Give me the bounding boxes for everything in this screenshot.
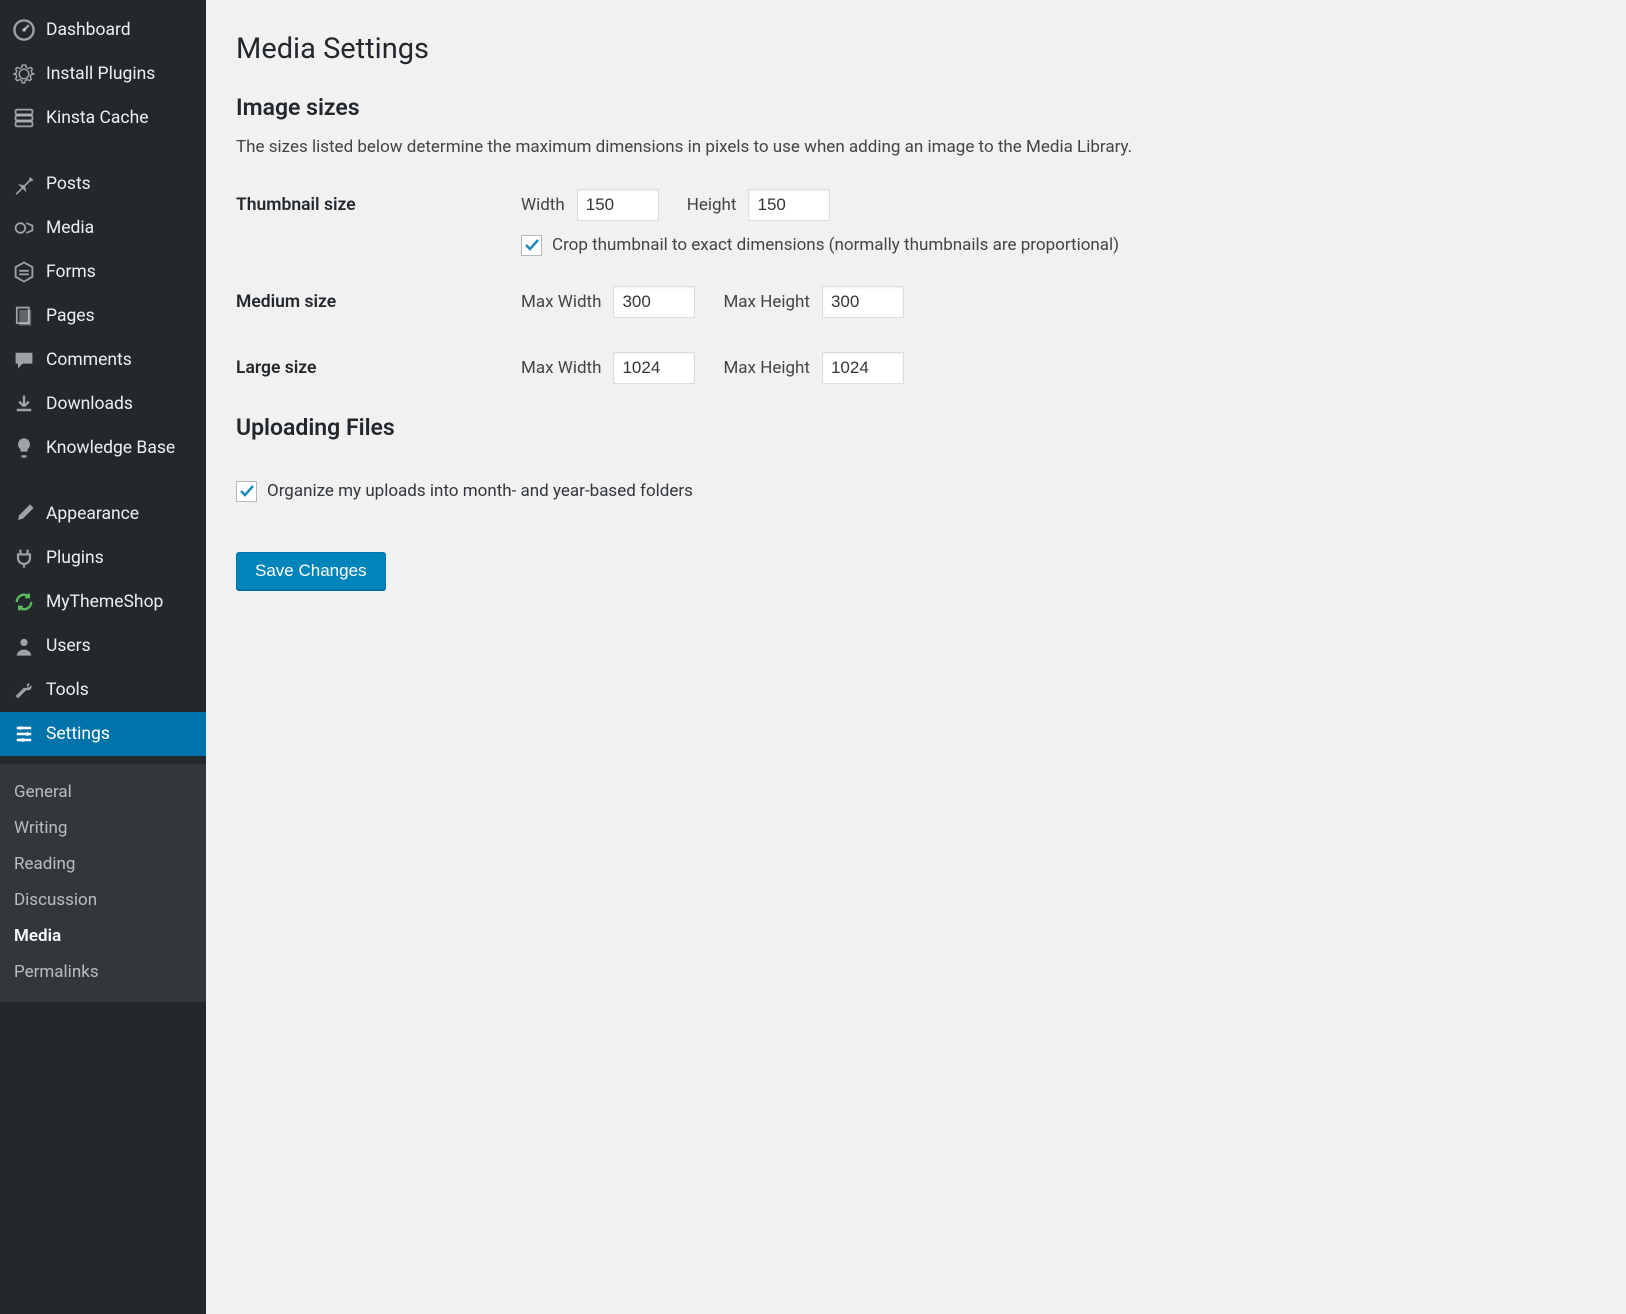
thumbnail-width-input[interactable] [577, 189, 659, 221]
large-size-row: Large size Max Width Max Height [236, 352, 1596, 384]
thumbnail-size-row: Thumbnail size Width Height Crop thumbna… [236, 189, 1596, 256]
organize-uploads-checkbox[interactable] [236, 481, 257, 502]
sidebar-label: MyThemeShop [46, 591, 163, 614]
dashboard-icon [12, 18, 36, 42]
crop-thumbnail-label: Crop thumbnail to exact dimensions (norm… [552, 235, 1119, 255]
sidebar-item-forms[interactable]: Forms [0, 250, 206, 294]
thumbnail-label: Thumbnail size [236, 189, 521, 215]
thumbnail-height-label: Height [687, 195, 737, 215]
medium-maxheight-label: Max Height [723, 292, 810, 312]
sliders-icon [12, 722, 36, 746]
forms-icon [12, 260, 36, 284]
large-maxheight-label: Max Height [723, 358, 810, 378]
sidebar-item-knowledge-base[interactable]: Knowledge Base [0, 426, 206, 470]
wrench-icon [12, 678, 36, 702]
plug-icon [12, 546, 36, 570]
sidebar-label: Users [46, 635, 91, 658]
thumbnail-height-input[interactable] [748, 189, 830, 221]
crop-thumbnail-checkbox[interactable] [521, 235, 542, 256]
page-title: Media Settings [236, 32, 1596, 66]
submenu-writing[interactable]: Writing [0, 810, 206, 846]
large-maxheight-input[interactable] [822, 352, 904, 384]
thumbnail-width-label: Width [521, 195, 565, 215]
sidebar-item-media[interactable]: Media [0, 206, 206, 250]
main-content: Media Settings Image sizes The sizes lis… [206, 0, 1626, 1314]
sidebar-item-appearance[interactable]: Appearance [0, 492, 206, 536]
organize-uploads-label: Organize my uploads into month- and year… [267, 481, 693, 501]
organize-uploads-row: Organize my uploads into month- and year… [236, 481, 1596, 502]
submenu-permalinks[interactable]: Permalinks [0, 954, 206, 990]
large-maxwidth-label: Max Width [521, 358, 601, 378]
sidebar-item-install-plugins[interactable]: Install Plugins [0, 52, 206, 96]
large-label: Large size [236, 352, 521, 378]
user-icon [12, 634, 36, 658]
large-maxwidth-input[interactable] [613, 352, 695, 384]
sidebar-label: Media [46, 217, 94, 240]
medium-label: Medium size [236, 286, 521, 312]
pages-icon [12, 304, 36, 328]
sidebar-item-plugins[interactable]: Plugins [0, 536, 206, 580]
sidebar-item-users[interactable]: Users [0, 624, 206, 668]
sidebar-item-downloads[interactable]: Downloads [0, 382, 206, 426]
sidebar-label: Settings [46, 723, 110, 746]
sidebar-item-kinsta-cache[interactable]: Kinsta Cache [0, 96, 206, 140]
submenu-discussion[interactable]: Discussion [0, 882, 206, 918]
sidebar-group-2: Posts Media Forms Pages Comments Downloa… [0, 154, 206, 478]
refresh-icon [12, 590, 36, 614]
sidebar-item-settings[interactable]: Settings [0, 712, 206, 756]
media-icon [12, 216, 36, 240]
sidebar-label: Kinsta Cache [46, 107, 149, 130]
sidebar-group-1: Dashboard Install Plugins Kinsta Cache [0, 0, 206, 148]
submenu-general[interactable]: General [0, 774, 206, 810]
sidebar-item-posts[interactable]: Posts [0, 162, 206, 206]
sidebar-label: Downloads [46, 393, 133, 416]
sidebar-label: Forms [46, 261, 96, 284]
sidebar-item-comments[interactable]: Comments [0, 338, 206, 382]
sidebar-label: Appearance [46, 503, 139, 526]
sidebar-group-3: Appearance Plugins MyThemeShop Users Too… [0, 484, 206, 764]
sidebar-label: Install Plugins [46, 63, 155, 86]
sidebar-item-mythemeshop[interactable]: MyThemeShop [0, 580, 206, 624]
sidebar-label: Plugins [46, 547, 104, 570]
admin-sidebar: Dashboard Install Plugins Kinsta Cache P… [0, 0, 206, 1314]
image-sizes-description: The sizes listed below determine the max… [236, 135, 1596, 161]
sidebar-label: Tools [46, 679, 89, 702]
submenu-media[interactable]: Media [0, 918, 206, 954]
gear-icon [12, 62, 36, 86]
save-changes-button[interactable]: Save Changes [236, 552, 386, 590]
sidebar-item-dashboard[interactable]: Dashboard [0, 8, 206, 52]
server-icon [12, 106, 36, 130]
sidebar-label: Dashboard [46, 19, 131, 42]
medium-maxheight-input[interactable] [822, 286, 904, 318]
sidebar-item-tools[interactable]: Tools [0, 668, 206, 712]
sidebar-label: Knowledge Base [46, 437, 175, 460]
image-sizes-heading: Image sizes [236, 94, 1596, 121]
sidebar-label: Posts [46, 173, 91, 196]
comment-icon [12, 348, 36, 372]
sidebar-label: Comments [46, 349, 132, 372]
sidebar-label: Pages [46, 305, 95, 328]
medium-maxwidth-input[interactable] [613, 286, 695, 318]
download-icon [12, 392, 36, 416]
settings-submenu: General Writing Reading Discussion Media… [0, 764, 206, 1002]
submenu-reading[interactable]: Reading [0, 846, 206, 882]
sidebar-item-pages[interactable]: Pages [0, 294, 206, 338]
medium-maxwidth-label: Max Width [521, 292, 601, 312]
medium-size-row: Medium size Max Width Max Height [236, 286, 1596, 318]
pin-icon [12, 172, 36, 196]
brush-icon [12, 502, 36, 526]
lightbulb-icon [12, 436, 36, 460]
uploading-files-heading: Uploading Files [236, 414, 1596, 441]
